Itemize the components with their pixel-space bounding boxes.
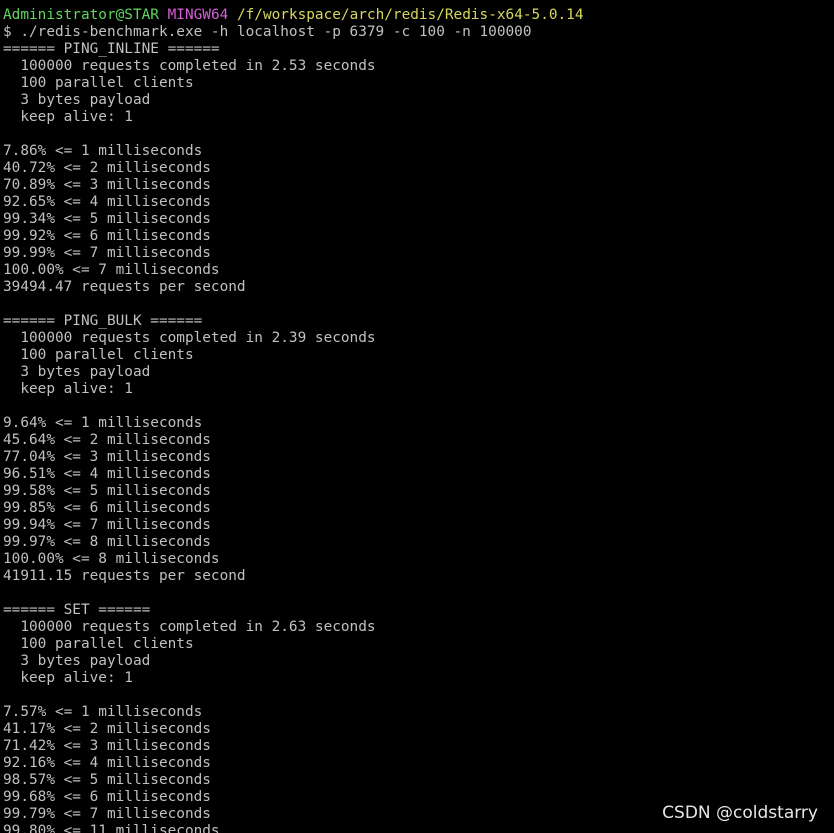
output-line: 7.57% <= 1 milliseconds (3, 704, 203, 720)
output-line: 99.97% <= 8 milliseconds (3, 534, 211, 550)
output-line: 70.89% <= 3 milliseconds (3, 177, 211, 193)
output-line: 3 bytes payload (3, 92, 151, 108)
output-line: 98.57% <= 5 milliseconds (3, 772, 211, 788)
output-line: 92.16% <= 4 milliseconds (3, 755, 211, 771)
output-line: 100.00% <= 8 milliseconds (3, 551, 220, 567)
output-line: ====== PING_BULK ====== (3, 313, 203, 329)
output-line: 99.92% <= 6 milliseconds (3, 228, 211, 244)
prompt-user-host: Administrator@STAR (3, 7, 159, 23)
output-line: 100000 requests completed in 2.39 second… (3, 330, 376, 346)
output-line: keep alive: 1 (3, 670, 133, 686)
output-line: 99.99% <= 7 milliseconds (3, 245, 211, 261)
output-line: 96.51% <= 4 milliseconds (3, 466, 211, 482)
output-line: 99.58% <= 5 milliseconds (3, 483, 211, 499)
output-line: ====== PING_INLINE ====== (3, 41, 220, 57)
output-line: 3 bytes payload (3, 653, 151, 669)
output-line: 100 parallel clients (3, 347, 194, 363)
output-line: 77.04% <= 3 milliseconds (3, 449, 211, 465)
output-line: 99.80% <= 11 milliseconds (3, 823, 220, 833)
output-line: 99.34% <= 5 milliseconds (3, 211, 211, 227)
output-line: 100.00% <= 7 milliseconds (3, 262, 220, 278)
output-line: 39494.47 requests per second (3, 279, 246, 295)
output-line: ====== SET ====== (3, 602, 151, 618)
output-line: keep alive: 1 (3, 109, 133, 125)
output-line: 71.42% <= 3 milliseconds (3, 738, 211, 754)
output-line: 99.94% <= 7 milliseconds (3, 517, 211, 533)
terminal-output: ====== PING_INLINE ====== 100000 request… (3, 41, 834, 833)
prompt-shell: MINGW64 (167, 7, 229, 23)
output-line: 3 bytes payload (3, 364, 151, 380)
output-line: 100000 requests completed in 2.53 second… (3, 58, 376, 74)
output-line: 7.86% <= 1 milliseconds (3, 143, 203, 159)
output-line: keep alive: 1 (3, 381, 133, 397)
output-line: 99.85% <= 6 milliseconds (3, 500, 211, 516)
prompt-path: /f/workspace/arch/redis/Redis-x64-5.0.14 (236, 7, 584, 23)
output-line: 100000 requests completed in 2.63 second… (3, 619, 376, 635)
watermark: CSDN @coldstarry (662, 803, 818, 823)
output-line: 92.65% <= 4 milliseconds (3, 194, 211, 210)
output-line: 40.72% <= 2 milliseconds (3, 160, 211, 176)
command-line: $ ./redis-benchmark.exe -h localhost -p … (3, 24, 532, 40)
output-line: 41.17% <= 2 milliseconds (3, 721, 211, 737)
output-line: 100 parallel clients (3, 636, 194, 652)
output-line: 45.64% <= 2 milliseconds (3, 432, 211, 448)
output-line: 100 parallel clients (3, 75, 194, 91)
prompt-line: Administrator@STAR MINGW64 /f/workspace/… (3, 7, 834, 24)
output-line: 9.64% <= 1 milliseconds (3, 415, 203, 431)
terminal-window[interactable]: Administrator@STAR MINGW64 /f/workspace/… (0, 0, 834, 833)
output-line: 41911.15 requests per second (3, 568, 246, 584)
